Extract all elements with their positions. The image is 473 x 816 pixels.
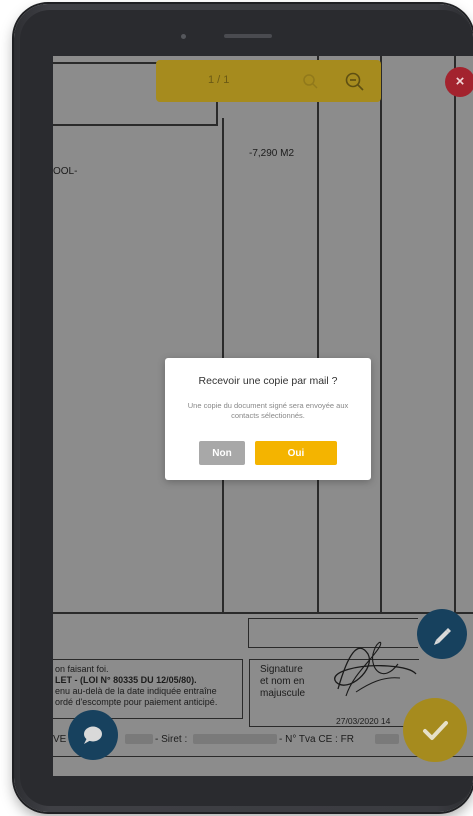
dialog-title: Recevoir une copie par mail ? — [198, 375, 338, 387]
redacted-block — [125, 734, 153, 744]
company-ve: VE — [53, 734, 67, 745]
signature-label-1: Signature — [260, 664, 303, 675]
tablet-frame: -7,290 M2 OOL- on faisant foi. LET - (LO… — [14, 4, 473, 812]
page-indicator: 1 / 1 — [208, 74, 230, 86]
check-icon — [423, 721, 448, 740]
sign-button[interactable] — [417, 609, 467, 659]
camera — [181, 34, 186, 39]
siret-label: - Siret : — [155, 734, 188, 745]
legal-line-4: ordé d'escompte pour paiement anticipé. — [55, 697, 218, 707]
tva-label: - N° Tva CE : FR — [279, 734, 354, 745]
legal-line-3: enu au-delà de la date indiquée entraîne — [55, 686, 217, 696]
zoom-out-icon[interactable] — [344, 71, 364, 91]
copy-by-mail-dialog: Recevoir une copie par mail ? Une copie … — [165, 358, 371, 480]
label-fragment: OOL- — [53, 166, 78, 177]
pen-icon — [434, 628, 451, 645]
yes-button[interactable]: Oui — [255, 441, 337, 465]
legal-line-1: on faisant foi. — [55, 664, 109, 674]
legal-line-2: LET - (LOI N° 80335 DU 12/05/80). — [55, 675, 197, 685]
zoom-in-icon[interactable] — [302, 73, 318, 89]
signature-date: 27/03/2020 14 — [336, 716, 391, 726]
speaker-grille — [224, 34, 272, 38]
chat-icon — [84, 726, 102, 744]
document-toolbar: 1 / 1 — [156, 60, 381, 102]
quantity-text: -7,290 M2 — [249, 148, 295, 159]
redacted-block — [375, 734, 399, 744]
close-button[interactable]: × — [445, 67, 473, 97]
close-icon: × — [455, 73, 465, 90]
dialog-message: Une copie du document signé sera envoyée… — [187, 401, 349, 420]
signature-label-3: majuscule — [260, 688, 306, 699]
chat-button[interactable] — [68, 710, 118, 760]
handwritten-signature — [334, 641, 417, 697]
redacted-block — [193, 734, 277, 744]
signature-label-2: et nom en — [260, 676, 305, 687]
validate-button[interactable] — [403, 698, 467, 762]
no-button[interactable]: Non — [199, 441, 245, 465]
screen: -7,290 M2 OOL- on faisant foi. LET - (LO… — [53, 56, 473, 776]
